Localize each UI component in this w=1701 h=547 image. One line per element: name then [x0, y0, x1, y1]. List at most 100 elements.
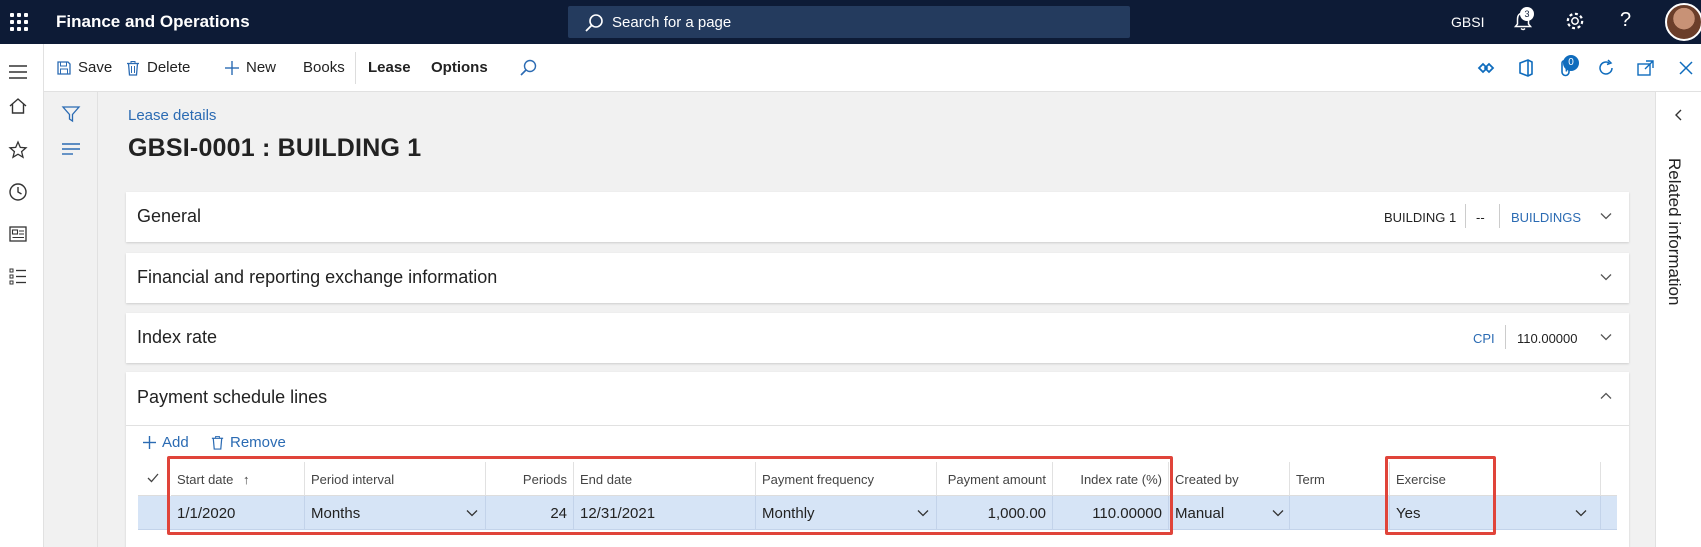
related-information-label[interactable]: Related information	[1664, 158, 1684, 305]
column-header-overflow	[1601, 462, 1617, 496]
list-lines-icon[interactable]	[61, 142, 81, 158]
summary-index-value: 110.00000	[1517, 331, 1578, 346]
fasttab-general[interactable]: General BUILDING 1 -- BUILDINGS	[126, 192, 1629, 242]
delete-label: Delete	[147, 59, 191, 76]
chevron-down-icon[interactable]	[916, 506, 930, 520]
filter-pane	[44, 92, 98, 547]
breadcrumb[interactable]: Lease details	[128, 107, 216, 124]
attachment-count-badge: 0	[1563, 55, 1579, 71]
save-label: Save	[78, 59, 113, 76]
summary-separator	[1465, 204, 1466, 228]
delete-button[interactable]: Delete	[125, 59, 190, 76]
chevron-down-icon[interactable]	[1599, 270, 1613, 284]
page-title: GBSI-0001 : BUILDING 1	[128, 134, 422, 162]
notification-badge: 3	[1520, 7, 1534, 21]
chevron-up-icon[interactable]	[1599, 389, 1613, 403]
options-tab[interactable]: Options	[431, 59, 488, 76]
summary-separator	[1505, 325, 1506, 349]
fasttab-title: Index rate	[137, 327, 218, 347]
home-icon[interactable]	[8, 96, 28, 116]
new-label: New	[246, 59, 277, 76]
close-icon[interactable]	[1676, 58, 1696, 78]
top-bar: Finance and Operations Search for a page…	[0, 0, 1701, 44]
divider	[126, 425, 1629, 426]
search-icon[interactable]	[518, 58, 538, 78]
cell-start-date[interactable]: 1/1/2020	[171, 496, 305, 530]
trash-icon	[127, 60, 139, 76]
remove-label: Remove	[230, 434, 286, 451]
hamburger-icon[interactable]	[8, 62, 28, 82]
cell-end-date[interactable]: 12/31/2021	[574, 496, 756, 530]
avatar[interactable]	[1665, 3, 1701, 41]
company-selector[interactable]: GBSI	[1451, 14, 1484, 30]
select-all-checkbox[interactable]	[138, 462, 168, 496]
power-apps-icon[interactable]	[1476, 58, 1496, 78]
app-title[interactable]: Finance and Operations	[56, 12, 250, 32]
cell-index-rate[interactable]: 110.00000	[1053, 496, 1169, 530]
chevron-down-icon[interactable]	[1599, 330, 1613, 344]
save-button[interactable]: Save	[56, 59, 112, 76]
add-label: Add	[162, 434, 189, 451]
trash-icon	[211, 435, 224, 450]
column-header-index-rate[interactable]: Index rate (%)	[1053, 462, 1169, 496]
chevron-down-icon[interactable]	[465, 506, 479, 520]
column-label: Start date	[177, 472, 234, 487]
cell-period-interval[interactable]: Months	[305, 496, 486, 530]
filter-icon[interactable]	[61, 104, 81, 124]
help-icon[interactable]: ?	[1620, 9, 1631, 32]
office-icon[interactable]	[1516, 58, 1536, 78]
column-header-payment-amount[interactable]: Payment amount	[937, 462, 1053, 496]
column-header-period-interval[interactable]: Period interval	[305, 462, 486, 496]
fasttab-index-rate[interactable]: Index rate CPI 110.00000	[126, 313, 1629, 363]
summary-group-link[interactable]: BUILDINGS	[1511, 210, 1581, 225]
star-icon[interactable]	[8, 140, 28, 160]
plus-icon	[225, 60, 239, 75]
cell-exercise[interactable]: Yes	[1390, 496, 1601, 530]
fasttab-title: Financial and reporting exchange informa…	[137, 267, 498, 287]
summary-separator	[1499, 204, 1500, 228]
chevron-down-icon[interactable]	[1271, 506, 1285, 520]
chevron-down-icon[interactable]	[1574, 506, 1588, 520]
cell-payment-frequency[interactable]: Monthly	[756, 496, 937, 530]
action-pane: Save Delete New Books Lease Options	[44, 44, 1701, 92]
column-header-term[interactable]: Term	[1290, 462, 1390, 496]
column-header-end-date[interactable]: End date	[574, 462, 756, 496]
clock-icon[interactable]	[8, 182, 28, 202]
checkmark-icon	[147, 473, 159, 483]
open-new-window-icon[interactable]	[1636, 58, 1656, 78]
column-header-start-date[interactable]: Start date ↑	[171, 462, 305, 496]
fasttab-financial[interactable]: Financial and reporting exchange informa…	[126, 253, 1629, 303]
summary-name: BUILDING 1	[1384, 210, 1457, 225]
save-icon	[57, 60, 71, 75]
fasttab-title[interactable]: Payment schedule lines	[137, 387, 327, 408]
plus-icon	[143, 436, 156, 449]
cell-periods[interactable]: 24	[486, 496, 574, 530]
chevron-left-icon[interactable]	[1673, 108, 1685, 122]
summary-dash: --	[1476, 210, 1485, 225]
lease-tab[interactable]: Lease	[368, 59, 411, 76]
left-navigation	[0, 44, 44, 547]
separator	[355, 52, 356, 84]
workspace-icon[interactable]	[8, 224, 28, 244]
remove-button[interactable]: Remove	[210, 434, 286, 451]
fasttab-title: General	[137, 206, 202, 226]
cell-term[interactable]	[1290, 496, 1390, 530]
refresh-icon[interactable]	[1596, 58, 1616, 78]
column-header-exercise[interactable]: Exercise	[1390, 462, 1601, 496]
search-placeholder: Search for a page	[612, 14, 732, 31]
cell-payment-amount[interactable]: 1,000.00	[937, 496, 1053, 530]
app-launcher-icon[interactable]	[8, 11, 30, 33]
new-button[interactable]: New	[224, 59, 276, 76]
column-header-payment-frequency[interactable]: Payment frequency	[756, 462, 937, 496]
books-button[interactable]: Books	[303, 59, 345, 76]
search-input[interactable]: Search for a page	[568, 6, 1130, 38]
column-header-created-by[interactable]: Created by	[1169, 462, 1290, 496]
chevron-down-icon[interactable]	[1599, 209, 1613, 223]
gear-icon[interactable]	[1564, 10, 1586, 32]
sort-arrow-icon: ↑	[243, 472, 250, 487]
search-icon	[585, 14, 603, 32]
add-button[interactable]: Add	[142, 434, 189, 451]
modules-list-icon[interactable]	[8, 266, 28, 286]
summary-index-link[interactable]: CPI	[1473, 331, 1495, 346]
column-header-periods[interactable]: Periods	[486, 462, 574, 496]
